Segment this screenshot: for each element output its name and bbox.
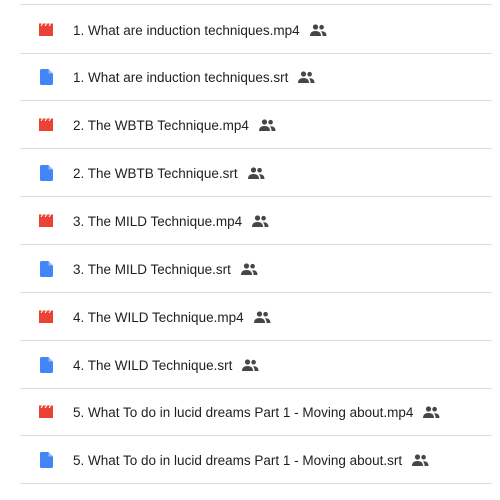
video-file-icon (38, 309, 54, 325)
file-list: 1. What are induction techniques.mp4 1. … (0, 0, 500, 500)
file-name: 2. The WBTB Technique.srt (73, 165, 238, 181)
video-file-icon (38, 117, 54, 133)
shared-people-icon (247, 167, 265, 179)
file-name: 4. The WILD Technique.srt (73, 357, 233, 373)
shared-people-icon (251, 215, 269, 227)
file-name: 5. What To do in lucid dreams Part 1 - M… (73, 452, 403, 468)
file-row-document[interactable]: 1. What are induction techniques.srt (20, 54, 492, 101)
document-file-icon (38, 69, 54, 85)
file-name: 3. The MILD Technique.mp4 (73, 213, 243, 229)
file-row-video[interactable]: 4. The WILD Technique.mp4 (20, 294, 492, 341)
file-row-document[interactable]: 2. The WBTB Technique.srt (20, 150, 492, 197)
file-name: 4. The WILD Technique.mp4 (73, 309, 244, 325)
document-file-icon (38, 261, 54, 277)
file-name: 3. The MILD Technique.srt (73, 261, 231, 277)
file-name: 5. What To do in lucid dreams Part 1 - M… (73, 404, 414, 420)
file-name: 1. What are induction techniques.srt (73, 69, 289, 85)
document-file-icon (38, 452, 54, 468)
file-name: 1. What are induction techniques.mp4 (73, 22, 300, 38)
file-row-document[interactable]: 3. The MILD Technique.srt (20, 246, 492, 293)
shared-people-icon (241, 359, 259, 371)
shared-people-icon (422, 406, 440, 418)
shared-people-icon (258, 119, 276, 131)
shared-people-icon (411, 454, 429, 466)
file-row-video[interactable]: 2. The WBTB Technique.mp4 (20, 102, 492, 149)
file-row-video[interactable]: 1. What are induction techniques.mp4 (20, 7, 492, 54)
file-row-document[interactable]: 4. The WILD Technique.srt (20, 342, 492, 389)
document-file-icon (38, 357, 54, 373)
file-name: 2. The WBTB Technique.mp4 (73, 117, 249, 133)
shared-people-icon (309, 24, 327, 36)
shared-people-icon (240, 263, 258, 275)
video-file-icon (38, 404, 54, 420)
shared-people-icon (253, 311, 271, 323)
file-row-video[interactable]: 3. The MILD Technique.mp4 (20, 198, 492, 245)
file-row-video[interactable]: 5. What To do in lucid dreams Part 1 - M… (20, 389, 492, 436)
video-file-icon (38, 213, 54, 229)
document-file-icon (38, 165, 54, 181)
video-file-icon (38, 22, 54, 38)
list-divider (20, 4, 492, 5)
shared-people-icon (297, 71, 315, 83)
file-row-document[interactable]: 5. What To do in lucid dreams Part 1 - M… (20, 437, 492, 484)
